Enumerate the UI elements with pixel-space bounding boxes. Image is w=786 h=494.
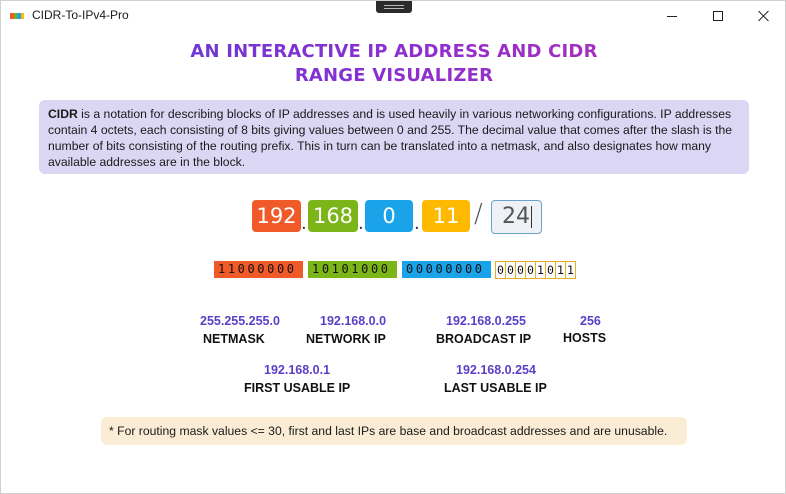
network-ip-label: NETWORK IP <box>306 332 386 346</box>
binary-octet-1: 11000000 <box>214 261 303 278</box>
app-window: CIDR-To-IPv4-Pro AN INTERACTIVE IP ADDRE… <box>0 0 786 494</box>
octet-separator: . <box>414 213 420 234</box>
last-usable-ip-value: 192.168.0.254 <box>456 363 536 377</box>
host-bit: 1 <box>565 261 576 279</box>
title-bar[interactable]: CIDR-To-IPv4-Pro <box>1 1 785 31</box>
usable-ip-note: * For routing mask values <= 30, first a… <box>101 417 687 445</box>
octet-4-input[interactable]: 11 <box>422 200 470 232</box>
octet-separator: . <box>358 213 364 234</box>
app-logo-icon <box>10 13 24 19</box>
broadcast-ip-label: BROADCAST IP <box>436 332 532 346</box>
cidr-term: CIDR <box>48 107 78 121</box>
binary-octet-2: 10101000 <box>308 261 397 278</box>
octet-1-input[interactable]: 192 <box>252 200 301 232</box>
page-title: AN INTERACTIVE IP ADDRESS AND CIDR RANGE… <box>1 40 785 88</box>
cidr-slash: / <box>474 199 483 229</box>
page-title-line: RANGE VISUALIZER <box>294 65 494 86</box>
minimize-icon <box>667 15 677 17</box>
close-button[interactable] <box>741 1 785 31</box>
binary-octet-3: 00000000 <box>402 261 491 278</box>
page-title-line: AN INTERACTIVE IP ADDRESS AND CIDR <box>190 41 598 62</box>
cidr-description-text: is a notation for describing blocks of I… <box>48 107 733 169</box>
last-usable-ip-label: LAST USABLE IP <box>444 381 547 395</box>
prefix-length-input[interactable]: 24 <box>491 200 542 234</box>
octet-2-input[interactable]: 168 <box>308 200 358 232</box>
hosts-value: 256 <box>580 314 601 328</box>
close-icon <box>758 10 770 22</box>
window-title: CIDR-To-IPv4-Pro <box>32 8 129 22</box>
binary-octet-4-host-bits: 0 0 0 0 1 0 1 1 <box>495 261 576 279</box>
octet-separator: . <box>301 213 307 234</box>
maximize-icon <box>713 11 723 21</box>
hosts-label: HOSTS <box>563 331 607 345</box>
first-usable-ip-label: FIRST USABLE IP <box>244 381 351 395</box>
first-usable-ip-value: 192.168.0.1 <box>264 363 331 377</box>
minimize-button[interactable] <box>649 1 695 31</box>
text-caret <box>531 206 532 228</box>
prefix-length-value: 24 <box>502 204 530 229</box>
octet-3-input[interactable]: 0 <box>365 200 413 232</box>
maximize-button[interactable] <box>695 1 741 31</box>
cidr-description: CIDR is a notation for describing blocks… <box>39 100 749 174</box>
broadcast-ip-value: 192.168.0.255 <box>446 314 526 328</box>
netmask-label: NETMASK <box>203 332 265 346</box>
netmask-value: 255.255.255.0 <box>200 314 280 328</box>
drag-handle-icon[interactable] <box>376 1 412 13</box>
app-logo-segment <box>20 13 24 19</box>
network-ip-value: 192.168.0.0 <box>320 314 387 328</box>
